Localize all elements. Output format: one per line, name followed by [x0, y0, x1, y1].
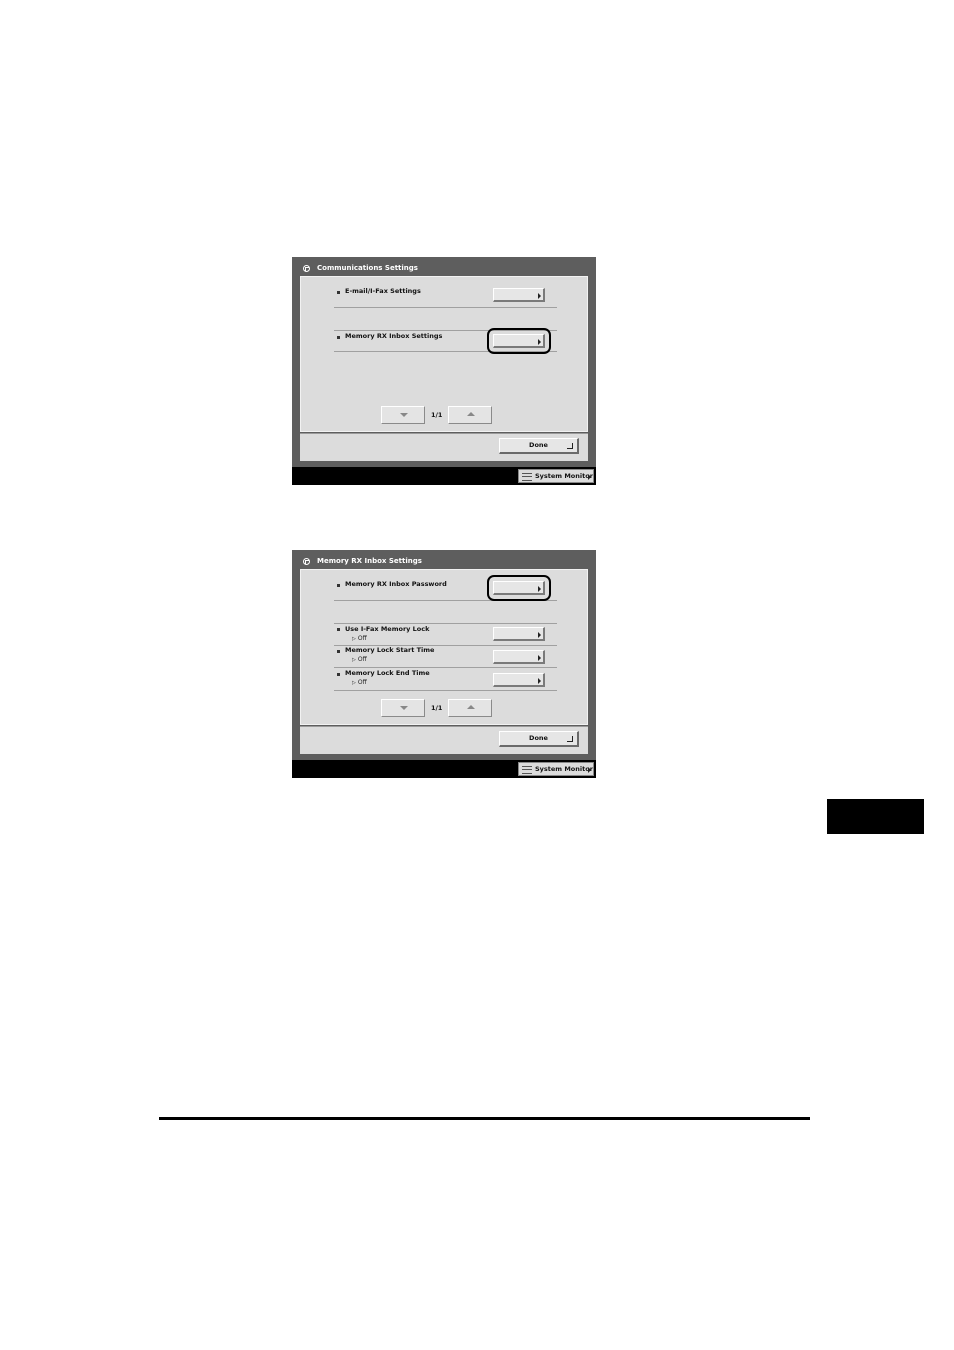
- enter-icon: [567, 736, 573, 742]
- bullet-icon: [337, 336, 340, 339]
- arrow-right-icon: [588, 767, 591, 773]
- row-label: Memory Lock End Time: [345, 669, 430, 677]
- bullet-icon: [337, 584, 340, 587]
- status-bar: System Monitor: [292, 760, 596, 778]
- enter-icon: [567, 443, 573, 449]
- arrow-right-icon: [538, 678, 541, 684]
- footer-panel: Done: [300, 726, 588, 754]
- row-value-text: Off: [357, 679, 367, 686]
- done-label: Done: [529, 734, 548, 742]
- row-value: ▷ Off: [352, 635, 367, 642]
- row-value: ▷ Off: [352, 679, 367, 686]
- arrow-right-icon: [588, 474, 591, 480]
- title-bar: Communications Settings: [298, 263, 589, 274]
- arrow-up-icon: [467, 412, 475, 416]
- triangle-icon: ▷: [352, 657, 356, 663]
- page-up-button[interactable]: [448, 699, 492, 717]
- page-indicator: 1/1: [431, 704, 443, 712]
- arrow-right-icon: [538, 655, 541, 661]
- row-label: Memory Lock Start Time: [345, 646, 435, 654]
- communications-settings-screen: Communications Settings E-mail/I-Fax Set…: [292, 257, 596, 485]
- arrow-right-icon: [538, 293, 541, 299]
- bullet-icon: [337, 291, 340, 294]
- chapter-tab: [827, 799, 924, 834]
- row-label: Memory RX Inbox Password: [345, 580, 447, 588]
- bullet-icon: [337, 673, 340, 676]
- system-monitor-label: System Monitor: [535, 765, 593, 773]
- email-ifax-settings-button[interactable]: [493, 288, 545, 302]
- triangle-icon: ▷: [352, 636, 356, 642]
- system-monitor-button[interactable]: System Monitor: [518, 762, 594, 776]
- row-value-text: Off: [357, 635, 367, 642]
- done-label: Done: [529, 441, 548, 449]
- monitor-icon: [522, 473, 532, 481]
- arrow-down-icon: [400, 706, 408, 710]
- settings-panel: Memory RX Inbox Password Use I-Fax Memor…: [300, 569, 588, 725]
- row-value-text: Off: [357, 656, 367, 663]
- lock-end-time-button[interactable]: [493, 673, 545, 687]
- footer-rule: [159, 1117, 810, 1120]
- selection-highlight: [487, 328, 551, 354]
- arrow-up-icon: [467, 705, 475, 709]
- row-label: E-mail/I-Fax Settings: [345, 287, 421, 295]
- arrow-down-icon: [400, 413, 408, 417]
- title-bar: Memory RX Inbox Settings: [298, 556, 589, 567]
- page-indicator: 1/1: [431, 411, 443, 419]
- status-bar: System Monitor: [292, 467, 596, 485]
- page-down-button[interactable]: [381, 406, 425, 424]
- page-up-button[interactable]: [448, 406, 492, 424]
- bullet-icon: [337, 650, 340, 653]
- screen-title: Communications Settings: [317, 264, 418, 272]
- memory-rx-inbox-settings-screen: Memory RX Inbox Settings Memory RX Inbox…: [292, 550, 596, 778]
- system-monitor-label: System Monitor: [535, 472, 593, 480]
- settings-icon: [303, 558, 310, 565]
- lock-start-time-button[interactable]: [493, 650, 545, 664]
- ifax-memory-lock-button[interactable]: [493, 627, 545, 641]
- row-value: ▷ Off: [352, 656, 367, 663]
- done-button[interactable]: Done: [499, 731, 579, 747]
- done-button[interactable]: Done: [499, 438, 579, 454]
- row-label: Memory RX Inbox Settings: [345, 332, 443, 340]
- footer-panel: Done: [300, 433, 588, 461]
- triangle-icon: ▷: [352, 680, 356, 686]
- settings-icon: [303, 265, 310, 272]
- system-monitor-button[interactable]: System Monitor: [518, 469, 594, 483]
- row-label: Use I-Fax Memory Lock: [345, 625, 430, 633]
- arrow-right-icon: [538, 632, 541, 638]
- selection-highlight: [487, 575, 551, 601]
- monitor-icon: [522, 766, 532, 774]
- page-down-button[interactable]: [381, 699, 425, 717]
- settings-panel: E-mail/I-Fax Settings Memory RX Inbox Se…: [300, 276, 588, 432]
- screen-title: Memory RX Inbox Settings: [317, 557, 422, 565]
- bullet-icon: [337, 628, 340, 631]
